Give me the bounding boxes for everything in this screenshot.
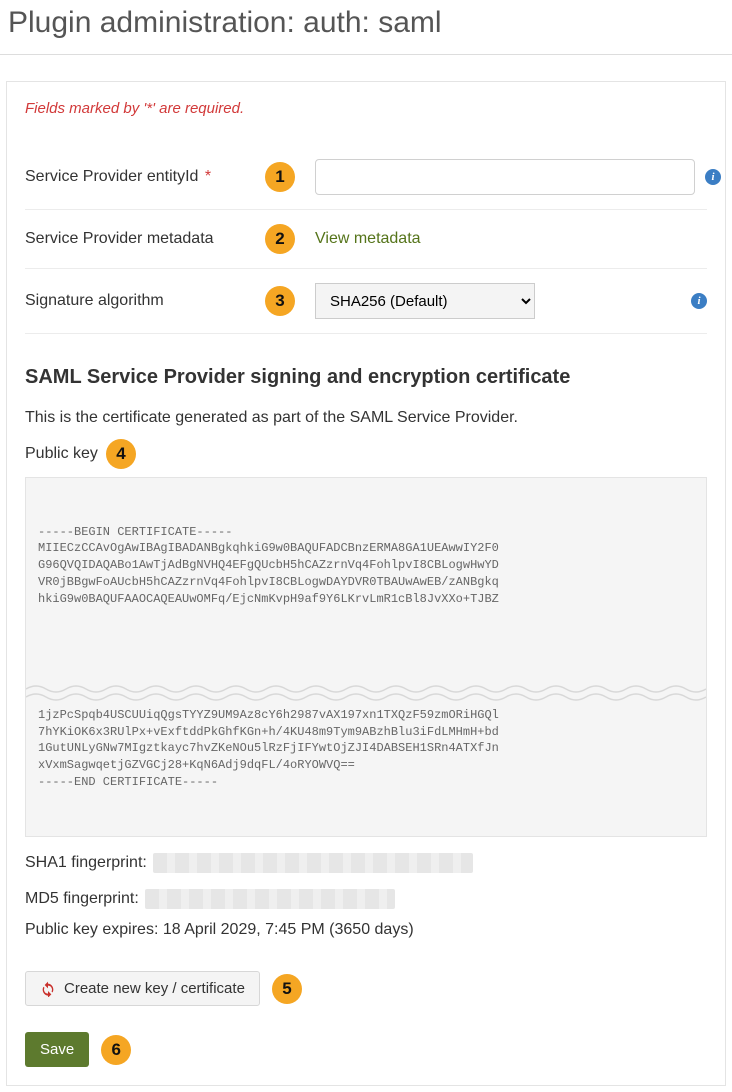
md5-fingerprint-redacted	[145, 889, 395, 909]
page-title: Plugin administration: auth: saml	[0, 0, 732, 55]
annotation-badge-6: 6	[101, 1035, 131, 1065]
row-entity-id: Service Provider entityId * 1 i	[25, 145, 707, 210]
annotation-badge-3: 3	[265, 286, 295, 316]
certificate-box: -----BEGIN CERTIFICATE----- MIIECzCCAvOg…	[25, 477, 707, 837]
entity-id-input[interactable]	[315, 159, 695, 195]
signature-algorithm-select[interactable]: SHA256 (Default)	[315, 283, 535, 319]
certificate-text-top: -----BEGIN CERTIFICATE----- MIIECzCCAvOg…	[38, 524, 694, 608]
annotation-badge-5: 5	[272, 974, 302, 1004]
row-signature-algorithm: Signature algorithm 3 SHA256 (Default) i	[25, 269, 707, 334]
annotation-badge-2: 2	[265, 224, 295, 254]
md5-label: MD5 fingerprint:	[25, 890, 139, 908]
annotation-badge-1: 1	[265, 162, 295, 192]
md5-fingerprint-row: MD5 fingerprint:	[25, 889, 707, 909]
public-key-label: Public key	[25, 445, 98, 463]
refresh-icon	[40, 981, 56, 997]
cert-section-heading: SAML Service Provider signing and encryp…	[25, 366, 707, 389]
cert-section-description: This is the certificate generated as par…	[25, 409, 707, 427]
label-entity-id: Service Provider entityId *	[25, 168, 265, 186]
row-metadata: Service Provider metadata 2 View metadat…	[25, 210, 707, 269]
public-key-label-row: Public key 4	[25, 439, 707, 469]
required-fields-note: Fields marked by '*' are required.	[25, 100, 707, 117]
label-entity-id-text: Service Provider entityId	[25, 168, 198, 185]
info-icon[interactable]: i	[705, 169, 721, 185]
info-icon[interactable]: i	[691, 293, 707, 309]
sha1-label: SHA1 fingerprint:	[25, 854, 147, 872]
required-asterisk: *	[205, 168, 211, 185]
settings-panel: Fields marked by '*' are required. Servi…	[6, 81, 726, 1086]
sha1-fingerprint-row: SHA1 fingerprint:	[25, 853, 707, 873]
public-key-expiry: Public key expires: 18 April 2029, 7:45 …	[25, 921, 707, 939]
view-metadata-link[interactable]: View metadata	[315, 230, 421, 248]
certificate-torn-gap	[26, 649, 706, 669]
sha1-fingerprint-redacted	[153, 853, 473, 873]
save-button[interactable]: Save	[25, 1032, 89, 1067]
label-signature-algorithm: Signature algorithm	[25, 292, 265, 310]
create-new-key-button[interactable]: Create new key / certificate	[25, 971, 260, 1006]
annotation-badge-4: 4	[106, 439, 136, 469]
label-metadata: Service Provider metadata	[25, 230, 265, 248]
create-new-key-label: Create new key / certificate	[64, 980, 245, 997]
